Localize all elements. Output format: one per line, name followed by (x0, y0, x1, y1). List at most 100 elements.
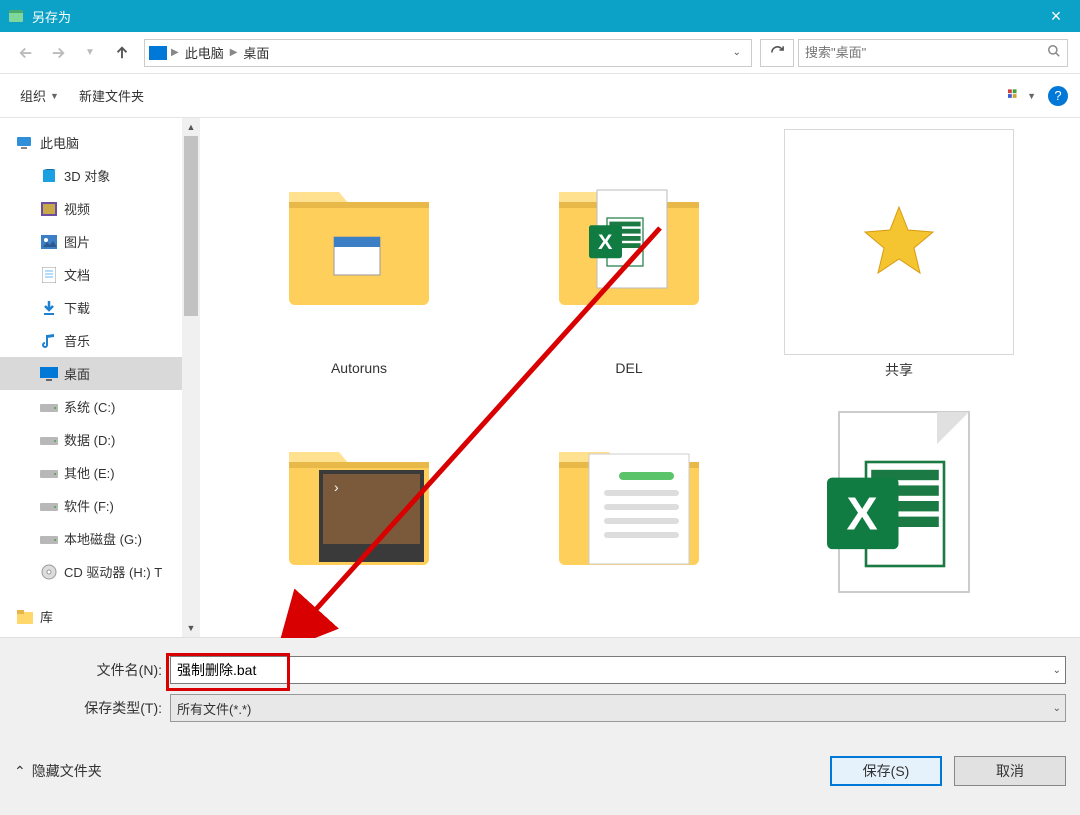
tree-label: 数据 (D:) (64, 430, 115, 449)
toolbar: 组织▼ 新建文件夹 ▼ ? (0, 74, 1080, 118)
scroll-up-icon[interactable]: ▲ (182, 118, 200, 136)
search-input[interactable] (805, 45, 1047, 60)
tree-node-8[interactable]: 系统 (C:) (0, 390, 182, 423)
crumb-desktop[interactable]: 桌面 (239, 43, 273, 62)
tree-node-4[interactable]: 文档 (0, 258, 182, 291)
tree-node-14[interactable]: 库 (0, 600, 182, 633)
file-item-2[interactable]: 共享 (764, 128, 1034, 388)
titlebar: 另存为 × (0, 0, 1080, 32)
tree-node-3[interactable]: 图片 (0, 225, 182, 258)
organize-button[interactable]: 组织▼ (12, 82, 67, 109)
cancel-button[interactable]: 取消 (954, 756, 1066, 786)
cd-icon (40, 564, 58, 580)
navbar: ▼ ▶ 此电脑 ▶ 桌面 ⌄ (0, 32, 1080, 74)
back-button[interactable] (12, 39, 40, 67)
search-icon[interactable] (1047, 44, 1061, 61)
file-label: DEL (615, 360, 642, 376)
svg-text:›: › (334, 479, 339, 495)
tree-label: 库 (40, 607, 53, 626)
filename-label: 文件名(N): (14, 660, 170, 680)
save-button[interactable]: 保存(S) (830, 756, 942, 786)
tree-node-11[interactable]: 软件 (F:) (0, 489, 182, 522)
tree-node-5[interactable]: 下载 (0, 291, 182, 324)
file-item-5[interactable]: X (764, 388, 1034, 637)
tree-label: 视频 (64, 199, 90, 218)
sidebar-scrollbar[interactable]: ▲ ▼ (182, 118, 200, 637)
tree-node-7[interactable]: 桌面 (0, 357, 182, 390)
file-item-1[interactable]: X DEL (494, 128, 764, 388)
tree-label: 图片 (64, 232, 90, 251)
crumb-pc[interactable]: 此电脑 (181, 43, 228, 62)
filename-input[interactable] (177, 662, 1059, 678)
scroll-down-icon[interactable]: ▼ (182, 619, 200, 637)
svg-text:X: X (846, 488, 877, 540)
file-thumb: › (241, 388, 477, 616)
drive-icon (40, 531, 58, 547)
hide-folders-toggle[interactable]: ⌃ 隐藏文件夹 (14, 761, 102, 781)
forward-button[interactable] (44, 39, 72, 67)
chevron-right-icon: ▶ (230, 47, 238, 58)
tree-label: 系统 (C:) (64, 397, 115, 416)
recent-dropdown[interactable]: ▼ (76, 39, 104, 67)
filetype-field[interactable]: 所有文件(*.*) ⌄ (170, 694, 1066, 722)
svg-text:X: X (598, 229, 613, 254)
file-item-4[interactable] (494, 388, 764, 637)
3d-icon (40, 168, 58, 184)
filename-field[interactable]: ⌄ (170, 656, 1066, 684)
tree-label: 桌面 (64, 364, 90, 383)
pc-icon (149, 46, 167, 60)
tree-label: 3D 对象 (64, 166, 110, 185)
tree-node-13[interactable]: CD 驱动器 (H:) T (0, 555, 182, 588)
tree-label: 软件 (F:) (64, 496, 114, 515)
breadcrumb-dropdown[interactable]: ⌄ (727, 47, 747, 58)
tree-label: 音乐 (64, 331, 90, 350)
file-label: 共享 (885, 360, 913, 380)
file-item-3[interactable]: › (224, 388, 494, 637)
tree-label: 本地磁盘 (G:) (64, 529, 142, 548)
help-button[interactable]: ? (1048, 86, 1068, 106)
bottom-panel: 文件名(N): ⌄ 保存类型(T): 所有文件(*.*) ⌄ ⌃ 隐藏文件夹 保… (0, 637, 1080, 815)
file-thumb (241, 128, 477, 356)
content: 此电脑 3D 对象视频图片文档下载音乐桌面系统 (C:) 数据 (D:) 其他 (E:… (0, 118, 1080, 637)
breadcrumb[interactable]: ▶ 此电脑 ▶ 桌面 ⌄ (144, 39, 752, 67)
lib-icon (16, 609, 34, 625)
drive-icon (40, 498, 58, 514)
drive-icon (40, 465, 58, 481)
tree-node-12[interactable]: 本地磁盘 (G:) (0, 522, 182, 555)
tree-node-2[interactable]: 视频 (0, 192, 182, 225)
download-icon (40, 300, 58, 316)
sidebar: 此电脑 3D 对象视频图片文档下载音乐桌面系统 (C:) 数据 (D:) 其他 (E:… (0, 118, 200, 637)
file-thumb (511, 388, 747, 616)
tree-label: 其他 (E:) (64, 463, 115, 482)
up-button[interactable] (108, 39, 136, 67)
music-icon (40, 333, 58, 349)
filetype-dropdown-icon[interactable]: ⌄ (1053, 703, 1061, 714)
drive-icon (40, 399, 58, 415)
close-button[interactable]: × (1032, 0, 1080, 32)
file-item-0[interactable]: Autoruns (224, 128, 494, 388)
tree-node-0[interactable]: 此电脑 (0, 126, 182, 159)
scroll-thumb[interactable] (184, 136, 198, 316)
drive-icon (40, 432, 58, 448)
file-thumb: X (511, 128, 747, 356)
video-icon (40, 201, 58, 217)
document-icon (40, 267, 58, 283)
filetype-label: 保存类型(T): (14, 698, 170, 718)
refresh-button[interactable] (760, 39, 794, 67)
app-icon (8, 8, 24, 24)
pc-icon (16, 135, 34, 151)
tree-node-10[interactable]: 其他 (E:) (0, 456, 182, 489)
new-folder-button[interactable]: 新建文件夹 (71, 82, 152, 109)
tree-node-9[interactable]: 数据 (D:) (0, 423, 182, 456)
file-thumb (781, 128, 1017, 356)
tree-label: CD 驱动器 (H:) T (64, 562, 162, 581)
tree-label: 此电脑 (40, 133, 79, 152)
tree-node-6[interactable]: 音乐 (0, 324, 182, 357)
chevron-up-icon: ⌃ (14, 763, 26, 780)
file-area[interactable]: Autoruns X DEL 共享 › X (200, 118, 1080, 637)
desktop-icon (40, 366, 58, 382)
tree-node-1[interactable]: 3D 对象 (0, 159, 182, 192)
view-mode-button[interactable]: ▼ (1008, 84, 1036, 108)
search-box[interactable] (798, 39, 1068, 67)
filename-dropdown-icon[interactable]: ⌄ (1053, 665, 1061, 676)
